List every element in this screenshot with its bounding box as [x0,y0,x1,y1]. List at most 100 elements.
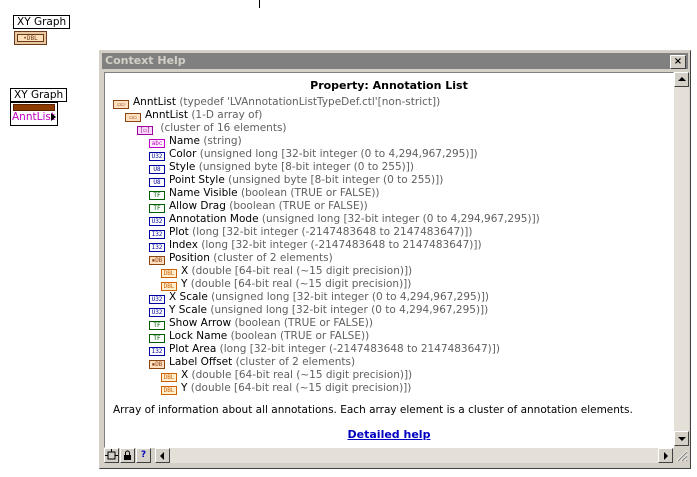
arrow-left-icon [160,452,164,460]
element-type: (cluster of 2 elements) [235,356,356,368]
element-type: (double [64-bit real (~15 digit precisio… [190,382,412,394]
detailed-help-button[interactable]: ? [136,448,151,463]
element-name: X [181,265,189,277]
u32-type-icon: U32 [149,217,165,226]
element-name: Index [169,239,198,251]
context-help-window: Context Help × Property: Annotation List… [99,50,691,469]
tree-row: TF Lock Name (boolean (TRUE or FALSE)) [149,330,369,343]
property-node-header [13,104,55,111]
property-node-item[interactable]: AnntList [12,111,55,124]
element-type: (long [32-bit integer (-2147483648 to 21… [201,239,482,251]
element-name: Show Arrow [169,317,232,329]
resize-grip-icon[interactable] [676,450,688,462]
tree-row: U32 Color (unsigned long [32-bit integer … [149,148,478,161]
array-type-icon: [▭] [137,126,153,135]
i32-type-icon: I32 [149,347,165,356]
tree-row: DBL Y (double [64-bit real (~15 digit pre… [161,382,411,395]
tree-row: abc Name (string) [149,135,242,148]
arrow-right-icon [51,113,56,121]
tree-row: I32 Plot (long [32-bit integer (-21474836… [149,226,472,239]
element-type: (unsigned long [32-bit integer (0 to 4,2… [261,213,540,225]
property-title: Property: Annotation List [310,79,468,92]
element-name: Name Visible [169,187,238,199]
cluster-type-icon: ▪DB [149,256,165,265]
scroll-up-button[interactable] [674,72,689,87]
element-name: Style [169,161,196,173]
element-name: X [181,369,189,381]
tree-row: DBL Y (double [64-bit real (~15 digit pre… [161,278,411,291]
element-name: Plot [169,226,189,238]
element-type: (boolean (TRUE or FALSE)) [234,317,373,329]
dbl-type-icon: DBL [161,386,177,395]
help-toolbar: ? [104,448,689,464]
element-type: (double [64-bit real (~15 digit precisio… [191,265,413,277]
u32-type-icon: U32 [149,295,165,304]
horizontal-scrollbar[interactable] [155,448,673,463]
dbl-type-icon: DBL [161,373,177,382]
element-name: Point Style [169,174,225,186]
cursor-line [259,0,260,8]
element-type: (double [64-bit real (~15 digit precisio… [190,278,412,290]
property-node[interactable]: AnntList [10,102,58,126]
element-type: (unsigned long [32-bit integer (0 to 4,2… [210,304,489,316]
scroll-down-button[interactable] [674,431,689,446]
element-name: Annotation Mode [169,213,259,225]
vertical-scrollbar[interactable] [674,72,689,446]
i32-type-icon: I32 [149,230,165,239]
element-name: Name [169,135,200,147]
u32-type-icon: U8 [149,165,165,174]
element-name: Y [181,382,188,394]
arrow-down-icon [678,437,686,441]
close-button[interactable]: × [670,55,686,69]
xy-graph-terminal[interactable]: •DBL [14,31,47,45]
cluster-type-icon: ▭▭ [125,113,141,122]
element-name: Position [169,252,210,264]
bool-type-icon: TF [149,334,165,343]
element-type: (boolean (TRUE or FALSE)) [229,200,368,212]
show-optional-terminals-button[interactable] [104,448,119,463]
tree-row: I32 Index (long [32-bit integer (-2147483… [149,239,482,252]
dbl-type-icon: DBL [161,269,177,278]
property-description: Array of information about all annotatio… [113,404,633,416]
cluster-type-icon: ▭▭ [113,100,129,109]
element-name: Allow Drag [169,200,226,212]
window-titlebar[interactable]: Context Help × [102,53,688,69]
detailed-help-link[interactable]: Detailed help [105,428,673,441]
window-title: Context Help [105,54,186,67]
tree-row: I32 Plot Area (long [32-bit integer (-214… [149,343,500,356]
tree-row: ▭▭ AnntList (typedef 'LVAnnotationListTyp… [113,96,440,109]
bool-type-icon: TF [149,204,165,213]
tree-row: DBL X (double [64-bit real (~15 digit pre… [161,369,412,382]
element-name: AnntList [145,109,188,121]
i32-type-icon: I32 [149,243,165,252]
element-name: Label Offset [169,356,233,368]
element-type: (typedef 'LVAnnotationListTypeDef.ctl'[n… [179,96,441,108]
terminals-icon [105,449,118,460]
scroll-left-button[interactable] [155,448,170,463]
element-type: (long [32-bit integer (-2147483648 to 21… [219,343,500,355]
element-name: X Scale [169,291,208,303]
element-name: Y Scale [169,304,208,316]
element-name: Plot Area [169,343,217,355]
tree-row: U32 X Scale (unsigned long [32-bit intege… [149,291,489,304]
element-type: (boolean (TRUE or FALSE)) [240,187,380,199]
tree-row: TF Name Visible (boolean (TRUE or FALSE)) [149,187,380,200]
arrow-up-icon [678,77,686,81]
tree-row: DBL X (double [64-bit real (~15 digit pre… [161,265,412,278]
close-icon: × [673,56,683,67]
arrow-right-icon [664,452,668,460]
element-type: (unsigned byte [8-bit integer (0 to 255)… [198,161,414,173]
element-type: (boolean (TRUE or FALSE)) [230,330,370,342]
lock-icon [124,450,131,460]
graph-terminal-label: XY Graph [13,15,71,29]
tree-row: ▭▭ AnntList (1-D array of) [125,109,262,122]
element-name: Y [181,278,188,290]
tree-row: ▪DB Label Offset (cluster of 2 elements) [149,356,355,369]
element-type: (unsigned byte [8-bit integer (0 to 255)… [228,174,444,186]
lock-button[interactable] [120,448,135,463]
scroll-right-button[interactable] [658,448,673,463]
element-type: (double [64-bit real (~15 digit precisio… [191,369,413,381]
element-type: (string) [203,135,242,147]
element-type: (long [32-bit integer (-2147483648 to 21… [192,226,473,238]
bool-type-icon: TF [149,321,165,330]
